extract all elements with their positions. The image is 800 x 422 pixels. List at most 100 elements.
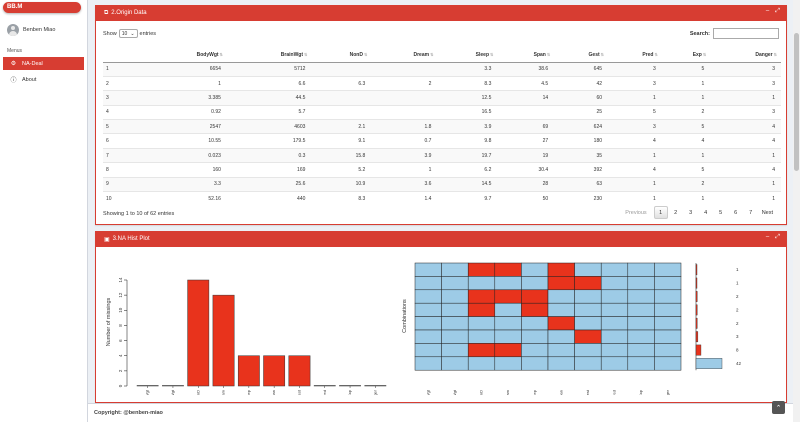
page-button[interactable]: 7 xyxy=(744,206,758,219)
sidebar-item-label: About xyxy=(22,76,37,83)
column-header[interactable]: Span⇅ xyxy=(497,48,555,63)
table-cell: 9.7 xyxy=(437,191,498,206)
heatmap-cell xyxy=(547,262,575,277)
heatmap-cell xyxy=(574,262,602,277)
x-tick-label: Exp xyxy=(347,389,352,395)
user-name: Benben Miao xyxy=(23,27,56,33)
table-cell: 1 xyxy=(661,90,711,106)
search-input[interactable] xyxy=(713,28,779,39)
table-cell: 3.3 xyxy=(143,176,227,192)
page-button[interactable]: 3 xyxy=(684,206,698,219)
table-cell: 1.8 xyxy=(371,119,438,134)
heatmap-cell xyxy=(414,316,442,331)
count-label: 8 xyxy=(736,348,739,353)
table-cell: 3 xyxy=(608,75,662,91)
column-header[interactable]: Pred⇅ xyxy=(608,48,662,63)
bar xyxy=(136,385,159,387)
heatmap-cell xyxy=(574,289,602,304)
table-cell: 25 xyxy=(554,104,609,120)
column-header[interactable] xyxy=(103,48,144,63)
avatar xyxy=(7,24,19,36)
box-title: 2.Origin Data xyxy=(111,10,147,16)
table-cell: 2547 xyxy=(143,119,227,134)
x-tick-label: Exp xyxy=(638,389,643,395)
column-header[interactable]: Exp⇅ xyxy=(661,48,711,63)
column-header[interactable]: Gest⇅ xyxy=(554,48,609,63)
table-row: 7 0.023 0.3 15.8 3.9 19.7 19 35 1 1 1 xyxy=(103,147,781,163)
table-cell: 3.9 xyxy=(437,119,498,134)
app-logo[interactable]: BB.M xyxy=(3,2,81,13)
column-header[interactable]: NonD⇅ xyxy=(311,48,372,63)
image-icon: ▣ xyxy=(104,236,110,243)
minimize-icon[interactable]: – xyxy=(766,8,769,15)
copy-icon: ⧉ xyxy=(104,9,109,16)
bar xyxy=(237,355,260,387)
table-cell: 69 xyxy=(497,119,555,134)
heatmap-cell xyxy=(574,343,602,358)
page-button[interactable]: 4 xyxy=(699,206,713,219)
heatmap-cell xyxy=(627,276,655,291)
x-tick-label: Dream xyxy=(505,389,510,395)
table-cell xyxy=(311,61,372,77)
heatmap-cell xyxy=(494,276,522,291)
heatmap-cell xyxy=(441,356,469,371)
heatmap-cell xyxy=(467,302,496,317)
table-cell xyxy=(311,90,372,106)
sort-icon: ⇅ xyxy=(702,51,707,57)
column-header[interactable]: BodyWgt⇅ xyxy=(143,48,227,63)
x-tick-label: NonD xyxy=(479,390,484,395)
heatmap-cell xyxy=(627,329,655,344)
scrollbar-thumb[interactable] xyxy=(794,33,799,171)
column-header[interactable]: BrainWgt⇅ xyxy=(226,48,312,63)
table-row: 9 3.3 25.6 10.9 3.6 14.5 28 63 1 2 1 xyxy=(103,176,781,192)
table-cell: 28 xyxy=(497,176,555,192)
heatmap-cell xyxy=(441,289,469,304)
heatmap-cell xyxy=(521,356,549,371)
heatmap-cell xyxy=(441,316,469,331)
page-button[interactable]: 2 xyxy=(669,206,683,219)
sidebar-item-about[interactable]: ⓘ About xyxy=(3,73,84,86)
next-button[interactable]: Next xyxy=(759,206,776,219)
table-cell: 42 xyxy=(554,75,609,91)
table-cell: 4 xyxy=(608,162,662,178)
minimize-icon[interactable]: – xyxy=(766,234,769,241)
scroll-top-button[interactable]: ⌃ xyxy=(772,401,785,414)
expand-icon[interactable]: ⤢ xyxy=(775,234,780,241)
count-label: 2 xyxy=(736,307,739,312)
sort-icon: ⇅ xyxy=(773,51,777,57)
column-header[interactable]: Dream⇅ xyxy=(371,48,438,63)
column-header[interactable]: Sleep⇅ xyxy=(437,48,498,63)
scrollbar[interactable] xyxy=(793,0,800,422)
table-cell: 9.8 xyxy=(437,133,498,149)
x-tick-label: Span xyxy=(558,390,563,395)
table-cell: 8.3 xyxy=(437,75,498,91)
table-cell: 4 xyxy=(661,133,711,149)
count-label: 1 xyxy=(736,267,739,272)
table-cell: 9 xyxy=(103,176,144,192)
heatmap-cell xyxy=(521,329,549,344)
x-tick-label: NonD xyxy=(195,390,200,395)
table-row: 6 10.55 179.5 9.1 0.7 9.8 27 180 4 4 4 xyxy=(103,133,781,149)
count-label: 2 xyxy=(736,294,739,299)
entries-select[interactable]: 10 ⌄ xyxy=(118,29,138,38)
expand-icon[interactable]: ⤢ xyxy=(775,8,780,15)
x-tick-label: Gest xyxy=(297,389,302,395)
heatmap-cell xyxy=(494,302,522,317)
table-cell: 12.5 xyxy=(437,90,498,106)
sidebar: BB.M Benben Miao Menus ⚙ NA-Deal ⓘ About xyxy=(0,0,88,422)
table-cell: 0.023 xyxy=(143,147,227,163)
heatmap-cell xyxy=(521,343,549,358)
count-bar xyxy=(695,317,698,329)
previous-button[interactable]: Previous xyxy=(619,206,652,219)
sidebar-item-na-deal[interactable]: ⚙ NA-Deal xyxy=(3,57,84,70)
heatmap-cell xyxy=(547,302,575,317)
page-button[interactable]: 5 xyxy=(714,206,728,219)
table-row: 1 6654 5712 3.3 38.6 645 3 5 3 xyxy=(103,61,781,77)
table-cell: 5 xyxy=(103,119,144,134)
page-button[interactable]: 6 xyxy=(729,206,743,219)
table-cell: 1 xyxy=(710,90,781,106)
column-header[interactable]: Danger⇅ xyxy=(710,48,781,63)
heatmap-cell xyxy=(654,302,682,317)
page-button[interactable]: 1 xyxy=(653,206,668,219)
heatmap-cell xyxy=(467,276,496,291)
